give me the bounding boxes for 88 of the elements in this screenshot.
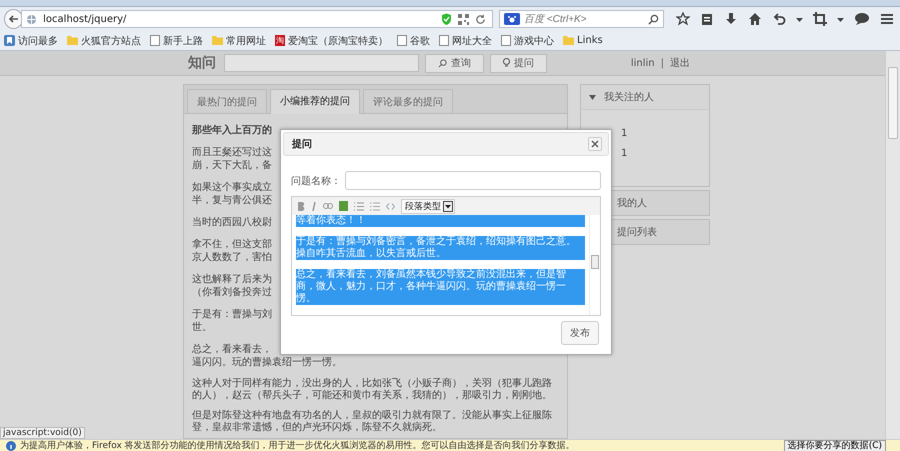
accordion-header[interactable]: 我关注的人: [580, 84, 710, 109]
article-title: 那些年入上百万的: [192, 124, 273, 137]
paw-icon: [504, 13, 520, 25]
undo-icon[interactable]: [772, 12, 786, 26]
shield-icon: [441, 13, 452, 25]
article-text: 但是对陈登这种有地盘有功名的人，皇叔的吸引力就有限了。没能从事实上征服陈登，皇叔非常遗憾，但的卢光环闪烁，陈登不久就病死。: [192, 410, 553, 434]
bookmark-item[interactable]: 淘 爱淘宝（原淘宝特卖）: [275, 34, 388, 48]
article-text: 半，复与青公俱还: [192, 194, 272, 207]
search-icon: [438, 58, 447, 68]
list-icon[interactable]: [354, 202, 364, 210]
share-data-button[interactable]: 选择你要分享的数据(C): [784, 440, 886, 451]
article-text: 这也解释了后来为: [192, 273, 272, 286]
search-field[interactable]: [224, 54, 419, 72]
info-icon: [6, 440, 16, 450]
username-link[interactable]: linlin: [630, 58, 655, 68]
page-icon: [501, 35, 511, 46]
article-text: 世。: [192, 321, 212, 334]
folder-icon: [563, 35, 574, 46]
selected-text: 于是有：曹操与刘备密言，备泄之于袁绍，绍知操有图己之意。操自咋其舌流血，以失言戒后世。: [296, 236, 585, 260]
folder-icon: [212, 35, 223, 46]
taobao-icon: 淘: [275, 35, 285, 46]
star-icon[interactable]: [676, 12, 690, 26]
bold-icon[interactable]: [297, 202, 305, 210]
bookmark-item[interactable]: 游戏中心: [501, 34, 554, 48]
lightbulb-icon: [503, 58, 510, 68]
crop-icon[interactable]: [813, 12, 827, 26]
bookmark-item[interactable]: 火狐官方站点: [67, 34, 141, 48]
article-text: 逼闪闪。玩的曹操袁绍一愣一愣。: [192, 356, 342, 369]
back-button[interactable]: [4, 9, 24, 29]
globe-icon: [26, 14, 38, 24]
accordion-title: 提问列表: [617, 226, 657, 239]
reload-icon[interactable]: [475, 14, 486, 24]
ask-button[interactable]: 提问: [490, 54, 547, 72]
article-text: 于是有：曹操与刘: [192, 308, 272, 321]
home-icon[interactable]: [748, 12, 762, 26]
accordion-title: 我的人: [617, 196, 647, 210]
italic-icon[interactable]: [311, 202, 317, 210]
article-text: 如果这个事实成立: [192, 181, 272, 194]
bookmark-item[interactable]: 谷歌: [397, 34, 430, 48]
publish-button[interactable]: 发布: [561, 321, 599, 345]
field-label: 问题名称：: [291, 174, 341, 188]
article-text: （你看刘备投奔过: [192, 286, 272, 299]
dialog-title: 提问: [292, 138, 312, 151]
question-name-field[interactable]: [345, 171, 601, 190]
article-text: 崩，天下大乱，备: [192, 159, 272, 172]
separator: |: [660, 58, 664, 68]
page-icon: [150, 35, 160, 46]
status-url: javascript:void(0): [0, 427, 85, 439]
site-logo: 知问: [188, 54, 216, 72]
chat-icon[interactable]: [854, 12, 870, 26]
bookmark-item[interactable]: Links: [563, 35, 603, 46]
paragraph-format-select[interactable]: 段落类型: [401, 198, 455, 214]
download-icon[interactable]: [724, 12, 738, 26]
scrollbar[interactable]: [885, 51, 900, 439]
bookmark-item[interactable]: 网址大全: [439, 34, 492, 48]
tab[interactable]: 评论最多的提问: [363, 89, 453, 113]
article-text: 拿不住，但这支部: [192, 238, 272, 251]
bookmark-list-icon: [4, 35, 15, 46]
close-icon: [591, 140, 599, 148]
user-link[interactable]: 1: [621, 144, 709, 164]
search-icon[interactable]: [648, 14, 659, 24]
accordion-title: 我关注的人: [604, 90, 654, 104]
page-icon: [397, 35, 407, 46]
search-button[interactable]: 查询: [425, 54, 484, 72]
page-icon: [439, 35, 449, 46]
tab[interactable]: 小编推荐的提问: [270, 89, 360, 114]
menu-icon[interactable]: [880, 12, 894, 26]
bookmark-item[interactable]: 常用网址: [212, 34, 266, 48]
tab[interactable]: 最热门的提问: [187, 89, 267, 113]
article-text: 当时的西园八校尉: [192, 216, 272, 229]
link-icon[interactable]: [323, 203, 333, 209]
notification-message: 为提高用户体验，Firefox 将发送部分功能的使用情况给我们，用于进一步优化火狐浏览器的易用性。您可以自由选择是否向我们分享数据。: [20, 440, 575, 450]
qr-code-icon[interactable]: [458, 14, 469, 24]
close-button[interactable]: [588, 137, 602, 151]
article-text: 总之，看来看去，: [192, 343, 272, 356]
article-text: 而且王粲还写过这: [192, 146, 272, 159]
article-text: 京人数数了，害怕: [192, 251, 272, 264]
back-icon: [8, 13, 20, 25]
article-text: 这种人对于同样有能力，没出身的人，比如张飞（小贩子商），关羽（犯事儿跑路的人），赵云（帮兵头子，可能还和黄巾有关系，我猜的），那吸引力，刚刚地。: [192, 378, 553, 402]
bookmark-item[interactable]: 新手上路: [150, 34, 203, 48]
selected-text: 总之，看来看去，刘备虽然本钱少导致之前没混出来，但是智商，微人，魅力，口才，各种牛逼闪闪。玩的曹操袁绍一愣一愣。: [296, 269, 585, 305]
user-link[interactable]: 1: [621, 124, 709, 144]
clipboard-icon[interactable]: [700, 12, 714, 26]
bookmark-item[interactable]: 访问最多: [4, 34, 58, 48]
logout-link[interactable]: 退出: [670, 56, 690, 70]
folder-icon: [67, 35, 78, 46]
triangle-icon: [589, 94, 596, 100]
address-bar[interactable]: localhost/jquery/: [21, 10, 493, 28]
